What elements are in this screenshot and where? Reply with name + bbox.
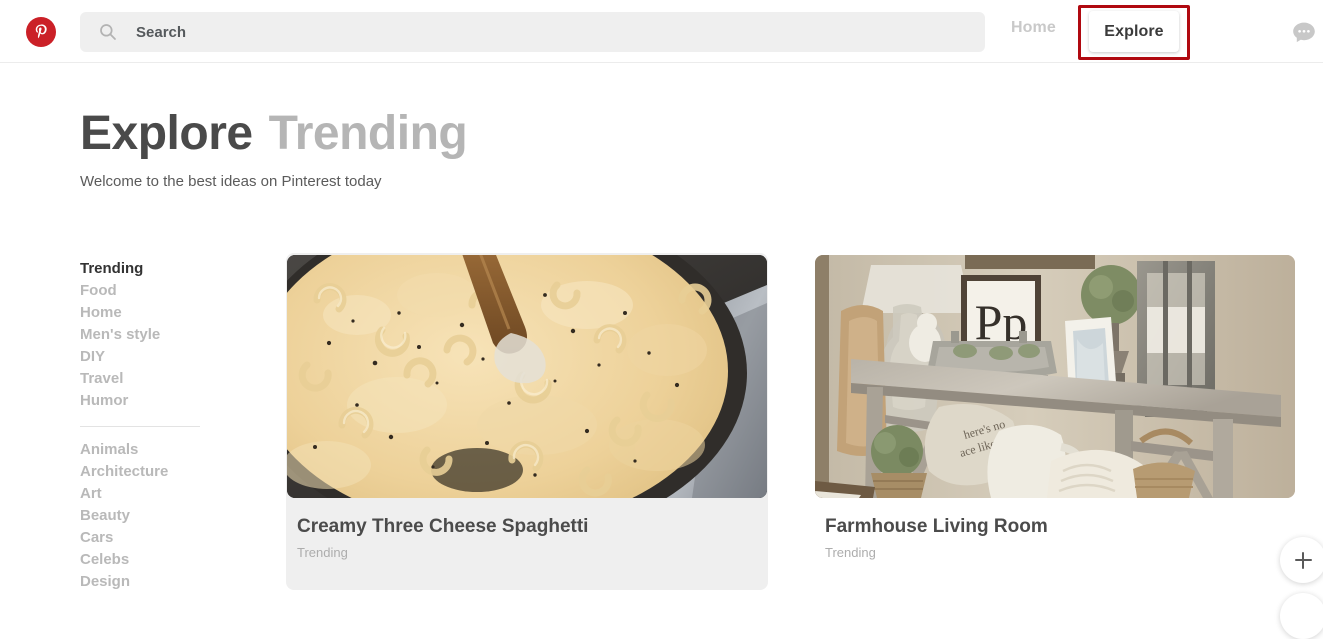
sidebar-item-travel[interactable]: Travel (80, 368, 260, 390)
pinterest-p-glyph (35, 24, 47, 39)
messages-bubble-icon[interactable] (1291, 20, 1317, 46)
sidebar-item-humor[interactable]: Humor (80, 390, 260, 412)
sidebar-divider (80, 426, 200, 427)
explore-card[interactable]: Creamy Three Cheese Spaghetti Trending (286, 253, 768, 590)
sidebar-item-design[interactable]: Design (80, 571, 260, 593)
sidebar-item-diy[interactable]: DIY (80, 346, 260, 368)
card-subtitle: Trending (297, 545, 348, 560)
card-title[interactable]: Farmhouse Living Room (825, 516, 1295, 538)
secondary-floating-button[interactable] (1280, 593, 1323, 639)
pinterest-logo[interactable] (26, 17, 56, 47)
page-title-sub: Trending (268, 107, 468, 160)
page-title-main: Explore (80, 107, 253, 160)
farmhouse-living-room-illustration: Pp here's no ace like (815, 255, 1295, 498)
card-subtitle: Trending (825, 545, 876, 560)
top-header: Home Explore (0, 0, 1323, 63)
nav-tab-explore-label: Explore (1104, 22, 1164, 40)
sidebar-item-beauty[interactable]: Beauty (80, 505, 260, 527)
sidebar-item-cars[interactable]: Cars (80, 527, 260, 549)
card-title[interactable]: Creamy Three Cheese Spaghetti (297, 516, 767, 538)
page-subtitle: Welcome to the best ideas on Pinterest t… (80, 173, 382, 190)
creamy-three-cheese-spaghetti-photo[interactable] (287, 255, 767, 498)
nav-link-home[interactable]: Home (1011, 19, 1056, 37)
sidebar-item-mens-style[interactable]: Men's style (80, 324, 260, 346)
sidebar-item-animals[interactable]: Animals (80, 439, 260, 461)
sidebar-item-celebs[interactable]: Celebs (80, 549, 260, 571)
nav-tab-explore[interactable]: Explore (1089, 11, 1179, 52)
sidebar-item-trending[interactable]: Trending (80, 258, 260, 280)
sidebar-item-food[interactable]: Food (80, 280, 260, 302)
create-pin-button[interactable] (1280, 537, 1323, 583)
sidebar-item-architecture[interactable]: Architecture (80, 461, 260, 483)
plus-icon (1294, 551, 1312, 569)
farmhouse-living-room-photo[interactable]: Pp here's no ace like (815, 255, 1295, 498)
category-sidebar: Trending Food Home Men's style DIY Trave… (80, 258, 260, 593)
search-input[interactable] (80, 12, 985, 52)
mac-and-cheese-illustration (287, 255, 767, 498)
sidebar-item-home[interactable]: Home (80, 302, 260, 324)
sidebar-item-art[interactable]: Art (80, 483, 260, 505)
page-title: Explore Trending (80, 106, 468, 161)
explore-card[interactable]: Pp here's no ace like Farmhouse Living R… (815, 255, 1295, 560)
